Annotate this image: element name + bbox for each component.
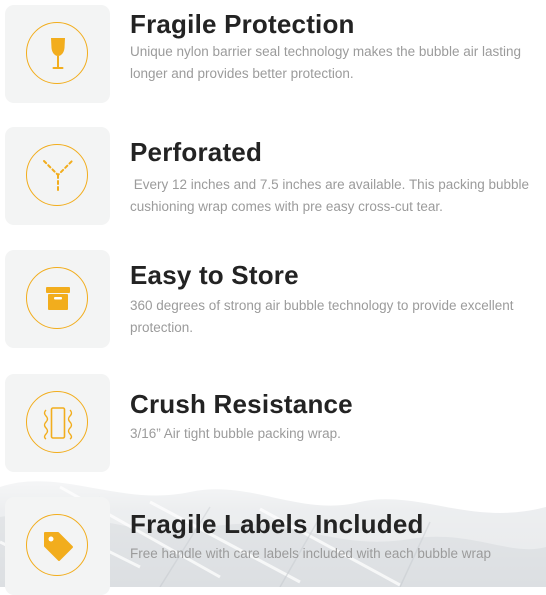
- perforation-tear-icon: [42, 160, 73, 193]
- feature-icon-circle: [25, 391, 88, 453]
- feature-description: Free handle with care labels included wi…: [130, 546, 491, 561]
- feature-title: Crush Resistance: [130, 389, 353, 419]
- feature-icon-circle: [25, 22, 88, 84]
- feature-icon-circle: [25, 514, 88, 576]
- feature-icon-box: [5, 374, 110, 472]
- feature-icon-circle: [25, 267, 88, 329]
- feature-icon-circle: [25, 144, 88, 206]
- price-tag-icon: [43, 532, 73, 561]
- feature-title: Fragile Protection: [130, 9, 355, 39]
- feature-description: 360 degrees of strong air bubble technol…: [130, 298, 518, 335]
- feature-title: Perforated: [130, 137, 263, 167]
- feature-icon-box: [5, 497, 110, 595]
- feature-icon-box: [5, 127, 110, 225]
- wine-glass-icon: [50, 38, 65, 69]
- crush-resistance-icon: [43, 407, 72, 440]
- feature-title: Fragile Labels Included: [130, 509, 424, 539]
- feature-description: Every 12 inches and 7.5 inches are avail…: [130, 177, 533, 214]
- feature-list: Fragile Protection Unique nylon barrier …: [0, 0, 546, 595]
- feature-description: Unique nylon barrier seal technology mak…: [130, 44, 525, 81]
- storage-box-icon: [45, 287, 70, 310]
- feature-description: 3/16” Air tight bubble packing wrap.: [130, 426, 341, 441]
- feature-title: Easy to Store: [130, 260, 299, 290]
- feature-icon-box: [5, 250, 110, 348]
- feature-icon-box: [5, 5, 110, 103]
